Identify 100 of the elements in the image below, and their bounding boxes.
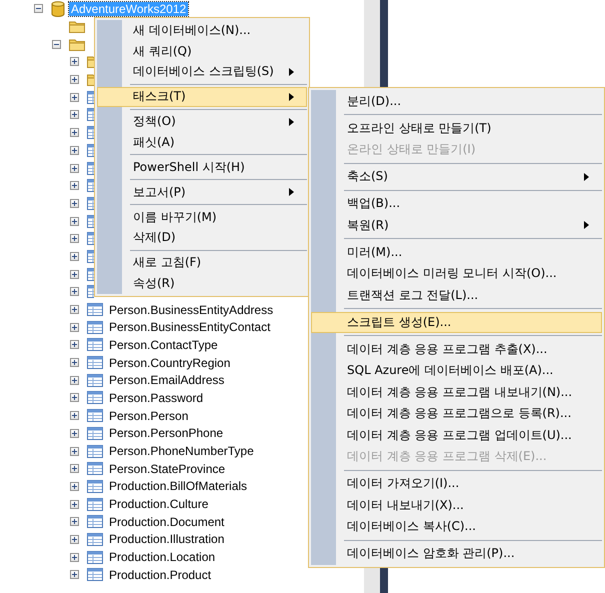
menu-item[interactable]: 스크립트 생성(E)...	[311, 312, 602, 332]
menu-item[interactable]: 축소(S)	[311, 166, 602, 187]
expander-icon[interactable]	[70, 181, 79, 190]
menu-item[interactable]: 속성(R)	[97, 273, 307, 293]
menu-item[interactable]: 데이터베이스 암호화 관리(P)...	[311, 543, 602, 564]
table-icon	[87, 232, 94, 246]
menu-item[interactable]: 패싯(A)	[97, 132, 307, 152]
expander-icon[interactable]	[70, 500, 79, 509]
menu-item[interactable]: 데이터베이스 스크립팅(S)	[97, 62, 307, 82]
expander-icon[interactable]	[70, 358, 79, 368]
table-icon	[87, 162, 94, 175]
expander-icon[interactable]	[70, 216, 79, 226]
expander-icon[interactable]	[70, 270, 79, 279]
menu-item[interactable]: 분리(D)...	[311, 90, 602, 112]
expander-icon[interactable]	[70, 322, 79, 332]
table-icon	[87, 532, 103, 546]
menu-item[interactable]: 태스크(T)	[97, 86, 307, 106]
table-icon	[87, 391, 103, 404]
menu-item[interactable]: 새로 고침(F)	[97, 252, 307, 272]
expander-icon[interactable]	[70, 164, 79, 173]
tree-item[interactable]: Person.EmailAddress	[107, 373, 226, 388]
table-icon	[87, 214, 94, 228]
table-icon	[87, 426, 103, 440]
menu-item[interactable]: 백업(B)...	[311, 193, 602, 214]
table-icon	[87, 338, 103, 352]
expander-icon[interactable]	[70, 198, 79, 208]
table-icon	[87, 515, 103, 528]
tree-item[interactable]: Person.Person	[107, 408, 190, 423]
tree-item[interactable]: Production.Culture	[107, 497, 210, 512]
expander-icon[interactable]	[70, 252, 79, 261]
tree-item[interactable]: Production.Illustration	[107, 532, 226, 546]
menu-item[interactable]: 삭제(D)	[97, 228, 307, 248]
tree-item[interactable]: Person.BusinessEntityAddress	[107, 302, 276, 317]
expander-icon[interactable]	[70, 305, 79, 314]
menu-item[interactable]: 데이터 내보내기(X)...	[311, 494, 602, 516]
expander-icon[interactable]	[70, 340, 79, 350]
table-icon	[87, 462, 103, 476]
tree-item[interactable]: Person.PersonPhone	[107, 426, 226, 440]
expander-icon[interactable]	[52, 40, 61, 49]
expander-icon[interactable]	[70, 534, 79, 544]
menu-item[interactable]: SQL Azure에 데이터베이스 배포(A)...	[311, 360, 602, 381]
expander-icon[interactable]	[34, 4, 43, 14]
expander-icon[interactable]	[70, 411, 79, 420]
tree-item[interactable]: Person.StateProvince	[107, 462, 228, 476]
menu-item[interactable]: 데이터 계층 응용 프로그램 추출(X)...	[311, 338, 602, 360]
menu-item[interactable]: PowerShell 시작(H)	[97, 157, 307, 177]
table-icon	[87, 250, 94, 263]
expander-icon[interactable]	[70, 464, 79, 474]
menu-item[interactable]: 오프라인 상태로 만들기(T)	[311, 118, 602, 138]
menu-item[interactable]: 데이터 계층 응용 프로그램 업데이트(U)...	[311, 424, 602, 446]
tree-item[interactable]: Person.ContactType	[107, 338, 220, 352]
expander-icon[interactable]	[70, 393, 79, 402]
expander-icon[interactable]	[70, 428, 79, 438]
menu-item[interactable]: 복원(R)	[311, 214, 602, 236]
expander-icon[interactable]	[70, 552, 79, 562]
menu-item[interactable]: 데이터 계층 응용 프로그램 내보내기(N)...	[311, 382, 602, 402]
table-icon	[87, 126, 94, 140]
menu-item[interactable]: 새 쿼리(Q)	[97, 41, 307, 61]
database-icon	[51, 0, 65, 17]
table-icon	[87, 268, 94, 281]
table-icon	[87, 320, 103, 334]
menu-item[interactable]: 이름 바꾸기(M)	[97, 207, 307, 227]
table-icon	[87, 498, 103, 511]
menu-item[interactable]: 데이터 계층 응용 프로그램으로 등록(R)...	[311, 403, 602, 424]
folder-icon	[69, 38, 85, 51]
menu-item[interactable]: 데이터 가져오기(I)...	[311, 473, 602, 494]
expander-icon[interactable]	[70, 234, 79, 244]
table-icon	[87, 108, 94, 122]
table-icon	[87, 480, 103, 493]
expander-icon[interactable]	[70, 92, 79, 102]
expander-icon[interactable]	[70, 446, 79, 456]
tree-item[interactable]: Production.Product	[107, 568, 214, 582]
expander-icon[interactable]	[70, 287, 79, 296]
tree-item[interactable]: Person.Password	[107, 390, 206, 405]
tree-item[interactable]: Production.BillOfMaterials	[107, 479, 250, 494]
tree-item[interactable]: Production.Document	[107, 514, 226, 529]
table-icon	[87, 374, 103, 387]
expander-icon[interactable]	[70, 482, 79, 491]
table-icon	[87, 568, 103, 582]
menu-item[interactable]: 새 데이터베이스(N)...	[97, 20, 307, 40]
expander-icon[interactable]	[70, 146, 79, 155]
expander-icon[interactable]	[70, 128, 79, 138]
menu-item[interactable]: 미러(M)...	[311, 242, 602, 262]
expander-icon[interactable]	[70, 75, 79, 84]
tree-item[interactable]: Person.PhoneNumberType	[107, 444, 256, 458]
expander-icon[interactable]	[70, 376, 79, 385]
tree-item[interactable]: Person.CountryRegion	[107, 356, 232, 370]
expander-icon[interactable]	[70, 57, 79, 66]
table-icon	[87, 303, 103, 316]
menu-item[interactable]: 데이터베이스 복사(C)...	[311, 516, 602, 537]
menu-item[interactable]: 데이터베이스 미러링 모니터 시작(O)...	[311, 263, 602, 284]
expander-icon[interactable]	[70, 517, 79, 526]
table-icon	[87, 356, 103, 370]
tree-item[interactable]: Person.BusinessEntityContact	[107, 320, 272, 334]
tree-item[interactable]: Production.Location	[107, 550, 218, 564]
menu-item[interactable]: 정책(O)	[97, 112, 307, 132]
menu-item[interactable]: 트랜잭션 로그 전달(L)...	[311, 284, 602, 306]
expander-icon[interactable]	[70, 110, 79, 120]
expander-icon[interactable]	[70, 570, 79, 580]
menu-item[interactable]: 보고서(P)	[97, 182, 307, 202]
